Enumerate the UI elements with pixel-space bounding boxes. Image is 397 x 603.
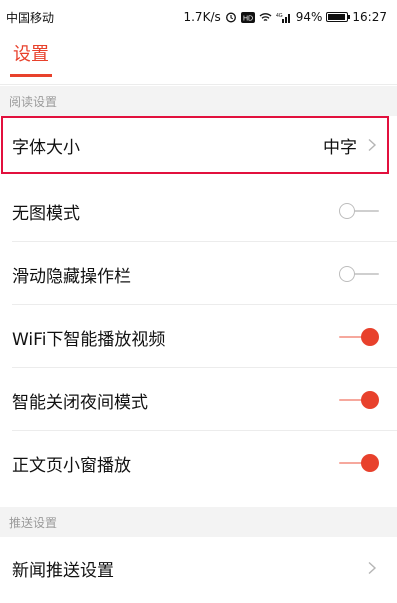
page-title: 设置	[13, 44, 49, 65]
row-label: 新闻推送设置	[12, 560, 114, 581]
alarm-icon	[225, 11, 237, 23]
hd-icon: HD	[240, 11, 255, 23]
row-label: 字体大小	[12, 137, 80, 158]
news-push-row[interactable]: 新闻推送设置	[0, 537, 397, 599]
svg-text:HD: HD	[243, 15, 253, 22]
signal-icon: 4G	[276, 12, 292, 23]
no-image-row[interactable]: 无图模式	[0, 180, 397, 242]
section-title: 阅读设置	[9, 94, 58, 109]
hide-toolbar-row[interactable]: 滑动隐藏操作栏	[0, 243, 397, 305]
section-push: 推送设置	[0, 507, 397, 537]
hide-toolbar-toggle[interactable]	[339, 263, 379, 285]
carrier-label: 中国移动	[6, 10, 55, 25]
section-reading: 阅读设置	[0, 86, 397, 116]
settings-header: 设置	[0, 34, 397, 85]
battery-percent: 94%	[295, 10, 323, 24]
network-speed: 1.7K/s	[183, 10, 221, 24]
wifi-video-toggle[interactable]	[339, 326, 379, 348]
clock: 16:27	[352, 10, 387, 24]
small-window-toggle[interactable]	[339, 452, 379, 474]
small-window-row[interactable]: 正文页小窗播放	[0, 432, 397, 494]
font-size-value: 中字	[323, 137, 357, 158]
section-title: 推送设置	[9, 515, 58, 530]
wifi-icon	[259, 12, 272, 23]
status-indicators: 1.7K/s HD 4G 94% 16:27	[183, 10, 387, 24]
svg-text:4G: 4G	[276, 13, 283, 19]
no-image-toggle[interactable]	[339, 200, 379, 222]
row-label: 智能关闭夜间模式	[12, 392, 148, 413]
night-mode-row[interactable]: 智能关闭夜间模式	[0, 369, 397, 431]
wifi-video-row[interactable]: WiFi下智能播放视频	[0, 306, 397, 368]
row-label: 正文页小窗播放	[12, 455, 131, 476]
night-mode-toggle[interactable]	[339, 389, 379, 411]
chevron-right-icon	[368, 138, 377, 152]
row-label: 滑动隐藏操作栏	[12, 266, 131, 287]
row-label: WiFi下智能播放视频	[12, 329, 166, 350]
status-bar: 中国移动 1.7K/s HD 4G 94% 16:27	[0, 0, 397, 34]
battery-icon	[326, 12, 351, 22]
title-underline	[10, 74, 52, 77]
row-label: 无图模式	[12, 203, 80, 224]
font-size-row[interactable]: 字体大小 中字	[0, 116, 397, 174]
chevron-right-icon	[368, 561, 377, 575]
